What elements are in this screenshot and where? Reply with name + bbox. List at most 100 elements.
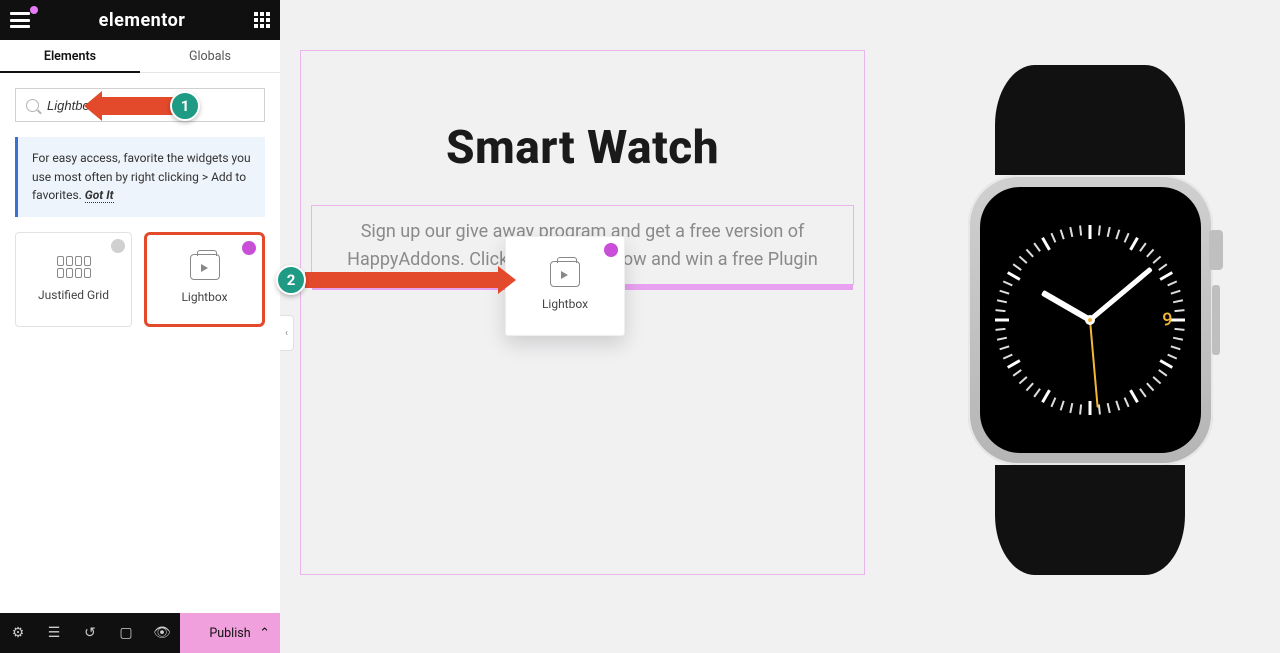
dial-tick [1013, 263, 1022, 270]
dial-tick [1060, 229, 1065, 239]
panel-header: elementor [0, 0, 280, 40]
brand-logo: elementor [99, 10, 186, 31]
dial-tick [1152, 256, 1161, 264]
responsive-icon[interactable]: ▢ [108, 613, 144, 653]
dial-tick [1173, 337, 1183, 341]
annotation-arrow-1 [100, 97, 175, 115]
navigator-icon[interactable]: ☰ [36, 613, 72, 653]
dial-tick [1041, 389, 1051, 403]
dial-tick [999, 345, 1009, 350]
dial-tick [1089, 225, 1092, 239]
dial-tick [1146, 249, 1154, 258]
dial-tick [1171, 290, 1181, 295]
dial-tick [1003, 354, 1013, 360]
search-icon [26, 99, 39, 112]
watch-band-top [995, 65, 1185, 175]
notification-dot-icon [30, 6, 38, 14]
widget-list: Justified Grid Lightbox [0, 232, 280, 327]
dial-tick [1173, 299, 1183, 303]
dial-tick [1146, 382, 1154, 391]
widget-source-badge-icon [111, 239, 125, 253]
widget-source-badge-icon [242, 241, 256, 255]
widget-lightbox[interactable]: Lightbox [144, 232, 265, 327]
dial-tick [1089, 401, 1092, 415]
dial-pivot [1085, 315, 1095, 325]
dial-tick [997, 337, 1007, 341]
favorites-tip-text: For easy access, favorite the widgets yo… [32, 151, 251, 202]
widget-label: Lightbox [181, 290, 227, 304]
dial-tick [1167, 354, 1177, 360]
dial-tick [1174, 328, 1184, 331]
menu-icon[interactable] [10, 12, 30, 28]
dial-tick [1019, 376, 1028, 384]
dial-date: 9 [1162, 310, 1172, 331]
tab-globals[interactable]: Globals [140, 40, 280, 72]
apps-grid-icon[interactable] [254, 12, 270, 28]
dial-tick [997, 299, 1007, 303]
lightbox-icon [190, 254, 220, 280]
elementor-panel: elementor Elements Globals For easy acce… [0, 0, 280, 613]
justified-grid-icon [57, 256, 91, 278]
dial-tick [1115, 229, 1120, 239]
dial-tick [1007, 271, 1021, 281]
dial-tick [1124, 233, 1130, 243]
dial-tick [1098, 225, 1101, 235]
product-image: 9 [940, 50, 1240, 590]
heading-widget[interactable]: Smart Watch [301, 121, 864, 175]
settings-icon[interactable]: ⚙ [0, 613, 36, 653]
publish-label: Publish [209, 626, 250, 641]
dial-tick [1171, 319, 1185, 322]
chevron-left-icon: ‹ [285, 328, 288, 339]
panel-collapse-handle[interactable]: ‹ [280, 315, 294, 351]
dial-tick [1158, 263, 1167, 270]
dial-tick [1041, 237, 1051, 251]
dial-tick [1129, 389, 1139, 403]
dial-tick [1158, 369, 1167, 376]
tab-elements[interactable]: Elements [0, 40, 140, 72]
widget-label: Lightbox [542, 297, 588, 311]
chevron-up-icon: ⌃ [259, 626, 270, 641]
dial-tick [995, 309, 1005, 312]
dial-tick [1013, 369, 1022, 376]
panel-tabs: Elements Globals [0, 40, 280, 73]
dial-tick [1159, 271, 1173, 281]
dial-tick [1159, 359, 1173, 369]
dial-tick [1050, 233, 1056, 243]
dial-tick [1129, 237, 1139, 251]
dial-tick [1069, 403, 1073, 413]
widget-justified-grid[interactable]: Justified Grid [15, 232, 132, 327]
got-it-link[interactable]: Got It [85, 188, 114, 203]
dial-tick [1033, 388, 1040, 397]
watch-side-button [1212, 285, 1220, 355]
dial-tick [1139, 388, 1146, 397]
annotation-arrow-2 [305, 272, 500, 288]
dial-tick [1007, 359, 1021, 369]
dial-tick [1107, 227, 1111, 237]
dial-tick [1060, 401, 1065, 411]
dial-tick [995, 319, 1009, 322]
watch-crown [1209, 230, 1223, 270]
publish-button[interactable]: Publish ⌃ [180, 613, 280, 653]
dragging-widget-ghost: Lightbox [505, 236, 625, 336]
dial-tick [1079, 404, 1082, 414]
dial-tick [1079, 225, 1082, 235]
dial-tick [999, 290, 1009, 295]
dial-tick [1167, 280, 1177, 286]
dial-tick [1107, 403, 1111, 413]
dial-tick [995, 328, 1005, 331]
annotation-marker-2: 2 [276, 265, 306, 295]
favorites-tip: For easy access, favorite the widgets yo… [15, 137, 265, 217]
dial-tick [1026, 382, 1034, 391]
preview-icon[interactable]: 👁 [144, 613, 180, 653]
watch-band-bottom [995, 465, 1185, 575]
dial-tick [1152, 376, 1161, 384]
dial-tick [1050, 397, 1056, 407]
lightbox-icon [550, 261, 580, 287]
dial-tick [1033, 243, 1040, 252]
dial-tick [1124, 397, 1130, 407]
watch-face: 9 [980, 187, 1201, 453]
widget-source-badge-icon [604, 243, 618, 257]
dial-tick [1003, 280, 1013, 286]
history-icon[interactable]: ↺ [72, 613, 108, 653]
panel-footer: ⚙ ☰ ↺ ▢ 👁 Publish ⌃ [0, 613, 280, 653]
